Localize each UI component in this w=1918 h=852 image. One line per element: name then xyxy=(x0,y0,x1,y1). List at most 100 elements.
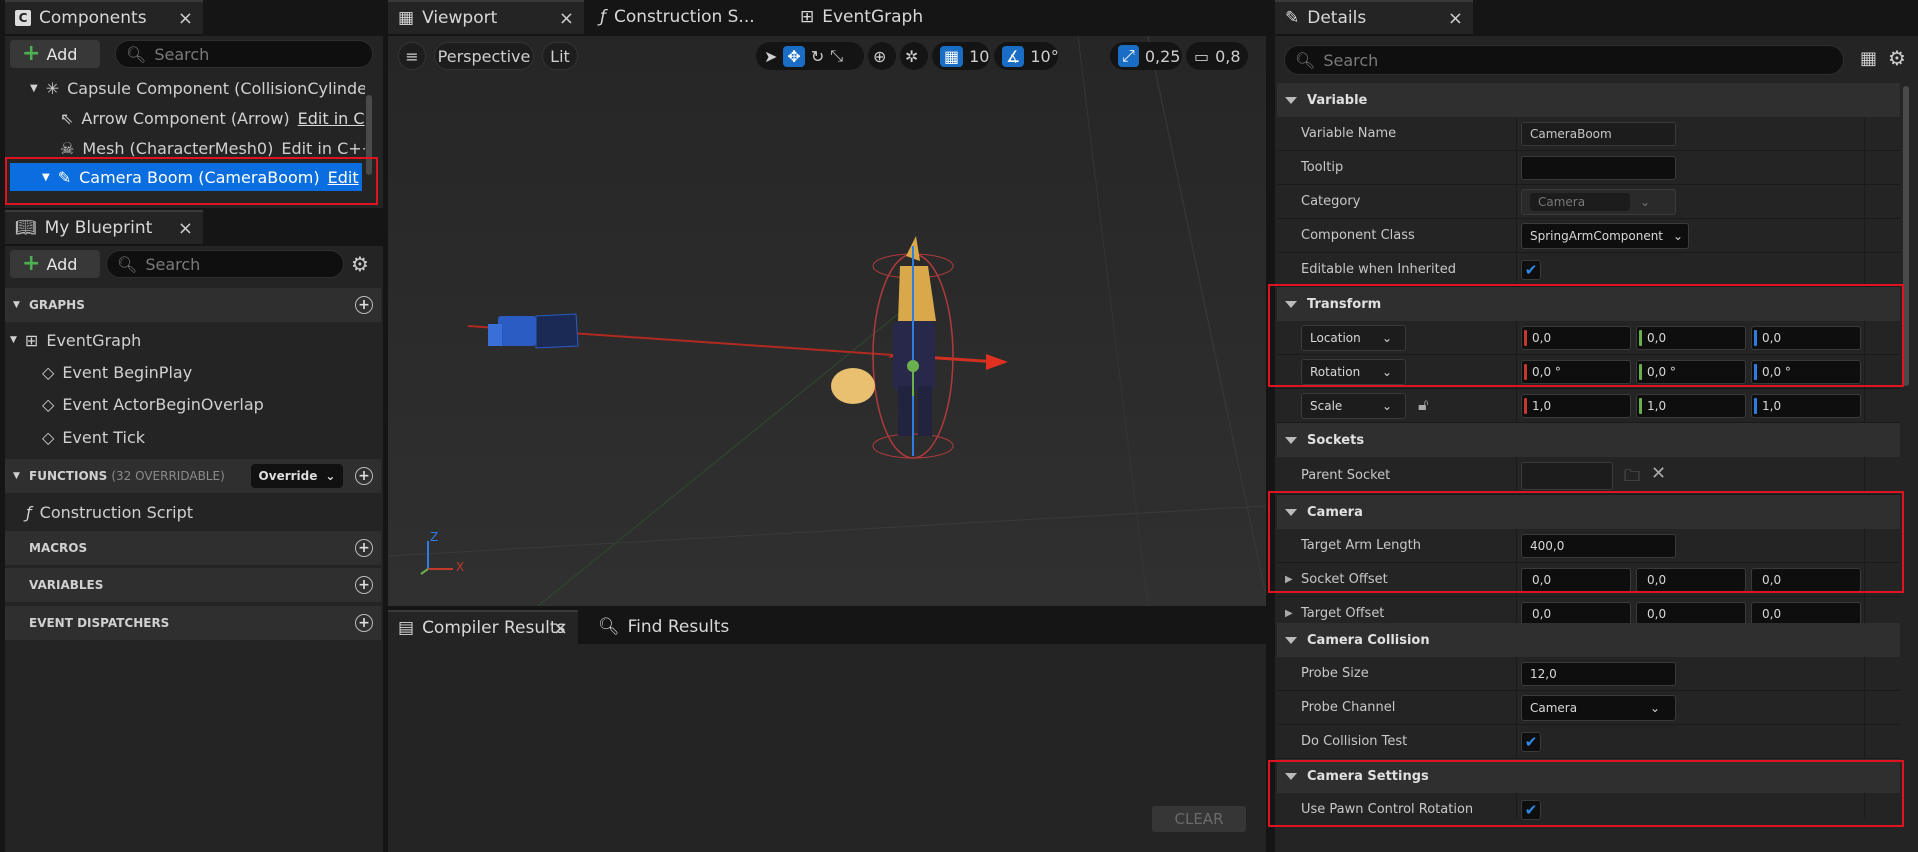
location-z-field[interactable]: 0,0 xyxy=(1751,325,1861,350)
section-transform[interactable]: Transform xyxy=(1277,287,1900,321)
tab-compiler-results[interactable]: ▤ Compiler Results × xyxy=(388,610,578,644)
browse-socket-icon[interactable]: 🗀 xyxy=(1624,465,1640,492)
rotation-z-field[interactable]: 0,0 ° xyxy=(1751,359,1861,384)
camera-speed-group[interactable]: ▭ 0,8 xyxy=(1186,42,1248,70)
add-component-button[interactable]: + Add xyxy=(10,40,100,68)
tab-viewport[interactable]: ▦ Viewport × xyxy=(388,0,584,34)
section-camera[interactable]: Camera xyxy=(1277,495,1900,529)
add-blueprint-button[interactable]: + Add xyxy=(10,250,100,278)
tab-construction-script[interactable]: ƒ Construction S... xyxy=(590,0,780,34)
world-local-toggle[interactable]: ⊕ xyxy=(868,42,896,70)
variables-header[interactable]: VARIABLES + xyxy=(5,568,381,602)
target-offset-x-field[interactable]: 0,0 xyxy=(1521,601,1631,626)
scale-y-field[interactable]: 1,0 xyxy=(1636,393,1746,418)
probe-channel-dropdown[interactable]: Camera ⌄ xyxy=(1521,694,1676,721)
add-graph-icon[interactable]: + xyxy=(355,296,373,314)
tab-find-results[interactable]: 🔍︎ Find Results xyxy=(588,610,768,644)
location-x-field[interactable]: 0,0 xyxy=(1521,325,1631,350)
close-icon[interactable]: × xyxy=(178,8,193,29)
functions-header[interactable]: ▼ FUNCTIONS (32 OVERRIDABLE) Override ⌄ + xyxy=(5,459,381,493)
event-tick-item[interactable]: ◇ Event Tick xyxy=(42,423,145,451)
close-icon[interactable]: × xyxy=(553,618,568,639)
override-dropdown[interactable]: Override ⌄ xyxy=(251,464,343,488)
close-icon[interactable]: × xyxy=(1448,8,1463,29)
chevron-right-icon[interactable]: ▶ xyxy=(1285,608,1293,619)
section-camera-collision[interactable]: Camera Collision xyxy=(1277,623,1900,657)
tooltip-field[interactable] xyxy=(1521,155,1676,180)
probe-size-field[interactable]: 12,0 xyxy=(1521,661,1676,686)
add-macro-icon[interactable]: + xyxy=(355,539,373,557)
rotate-icon[interactable]: ↻ xyxy=(811,47,824,66)
event-actorbeginoverlap-item[interactable]: ◇ Event ActorBeginOverlap xyxy=(42,390,264,418)
tab-components[interactable]: C Components × xyxy=(5,0,203,34)
gear-icon[interactable]: ⚙ xyxy=(351,252,369,276)
scale-z-field[interactable]: 1,0 xyxy=(1751,393,1861,418)
edit-in-cpp-link[interactable]: Edit in C++ xyxy=(281,139,365,158)
add-variable-icon[interactable]: + xyxy=(355,576,373,594)
do-collision-test-checkbox[interactable]: ✔ xyxy=(1521,731,1541,752)
gear-icon[interactable]: ⚙ xyxy=(1888,46,1906,70)
target-arm-length-field[interactable]: 400,0 xyxy=(1521,533,1676,558)
grid-snap-group[interactable]: ▦ 10 xyxy=(932,42,990,70)
details-search-input[interactable]: 🔍︎ Search xyxy=(1284,45,1844,75)
blueprint-search-input[interactable]: 🔍︎ Search xyxy=(106,250,344,278)
rotation-snap-group[interactable]: ∡ 10° xyxy=(994,42,1059,70)
components-search-input[interactable]: 🔍︎ Search xyxy=(115,40,373,68)
perspective-button[interactable]: Perspective xyxy=(434,42,534,70)
event-dispatchers-header[interactable]: EVENT DISPATCHERS + xyxy=(5,606,381,640)
tree-item-camera-boom[interactable]: ▼ ✎ Camera Boom (CameraBoom) Edit xyxy=(10,163,362,191)
tab-my-blueprint[interactable]: 📖︎ My Blueprint × xyxy=(5,210,203,244)
close-icon[interactable]: × xyxy=(178,218,193,239)
viewport-canvas[interactable]: Z X ≡ Perspective Lit ➤ ✥ ↻ ⤡ ⊕ ✲ ▦ 10 ∡… xyxy=(388,36,1266,606)
socket-offset-x-field[interactable]: 0,0 xyxy=(1521,567,1631,592)
move-icon[interactable]: ✥ xyxy=(783,45,805,67)
target-offset-z-field[interactable]: 0,0 xyxy=(1751,601,1861,626)
close-icon[interactable]: × xyxy=(559,8,574,29)
rotation-y-field[interactable]: 0,0 ° xyxy=(1636,359,1746,384)
add-function-icon[interactable]: + xyxy=(355,467,373,485)
scale-dropdown[interactable]: Scale ⌄ xyxy=(1301,392,1406,419)
viewport-menu-button[interactable]: ≡ xyxy=(398,42,426,70)
components-scrollbar[interactable] xyxy=(366,95,372,175)
table-view-icon[interactable]: ▦ xyxy=(1860,48,1877,69)
tree-item-mesh[interactable]: ☠ Mesh (CharacterMesh0) Edit in C++ xyxy=(60,134,365,162)
details-scrollbar[interactable] xyxy=(1903,86,1909,386)
chevron-right-icon[interactable]: ▶ xyxy=(1285,574,1293,585)
target-offset-y-field[interactable]: 0,0 xyxy=(1636,601,1746,626)
location-dropdown[interactable]: Location ⌄ xyxy=(1301,324,1406,351)
edit-in-cpp-link[interactable]: Edit in C xyxy=(298,109,365,128)
category-dropdown[interactable]: Camera ⌄ xyxy=(1521,188,1676,215)
use-pawn-control-rotation-checkbox[interactable]: ✔ xyxy=(1521,799,1541,820)
event-graph-item[interactable]: ▼ ⊞ EventGraph xyxy=(10,326,141,354)
section-variable[interactable]: Variable xyxy=(1277,83,1900,117)
add-dispatcher-icon[interactable]: + xyxy=(355,614,373,632)
macros-header[interactable]: MACROS + xyxy=(5,531,381,565)
scale-snap-group[interactable]: ⤢ 0,25 xyxy=(1110,42,1182,70)
surface-snap-toggle[interactable]: ✲ xyxy=(900,42,928,70)
section-sockets[interactable]: Sockets xyxy=(1277,423,1900,457)
construction-script-item[interactable]: ƒ Construction Script xyxy=(26,498,193,526)
variable-name-field[interactable]: CameraBoom xyxy=(1521,121,1676,146)
event-beginplay-item[interactable]: ◇ Event BeginPlay xyxy=(42,358,192,386)
lit-button[interactable]: Lit xyxy=(542,42,578,70)
tree-item-capsule[interactable]: ▼ ✳ Capsule Component (CollisionCylinde xyxy=(30,74,365,102)
socket-offset-y-field[interactable]: 0,0 xyxy=(1636,567,1746,592)
graphs-header[interactable]: ▼ GRAPHS + xyxy=(5,288,381,322)
socket-offset-z-field[interactable]: 0,0 xyxy=(1751,567,1861,592)
editable-inherited-checkbox[interactable]: ✔ xyxy=(1521,259,1541,280)
section-camera-settings[interactable]: Camera Settings xyxy=(1277,759,1900,793)
unlock-icon[interactable]: 🔓︎ xyxy=(1418,395,1428,415)
rotation-x-field[interactable]: 0,0 ° xyxy=(1521,359,1631,384)
scale-icon[interactable]: ⤡ xyxy=(830,46,843,66)
rotation-dropdown[interactable]: Rotation ⌄ xyxy=(1301,358,1406,385)
scale-x-field[interactable]: 1,0 xyxy=(1521,393,1631,418)
tree-item-arrow[interactable]: ⇖ Arrow Component (Arrow) Edit in C xyxy=(60,104,365,132)
clear-button[interactable]: CLEAR xyxy=(1152,806,1246,832)
component-class-dropdown[interactable]: SpringArmComponent ⌄ xyxy=(1521,222,1689,249)
location-y-field[interactable]: 0,0 xyxy=(1636,325,1746,350)
clear-socket-icon[interactable]: ✕ xyxy=(1651,463,1666,484)
edit-link[interactable]: Edit xyxy=(328,168,359,187)
tab-eventgraph[interactable]: ⊞ EventGraph xyxy=(790,0,980,34)
tab-details[interactable]: ✎ Details × xyxy=(1275,0,1473,34)
select-icon[interactable]: ➤ xyxy=(764,47,777,66)
